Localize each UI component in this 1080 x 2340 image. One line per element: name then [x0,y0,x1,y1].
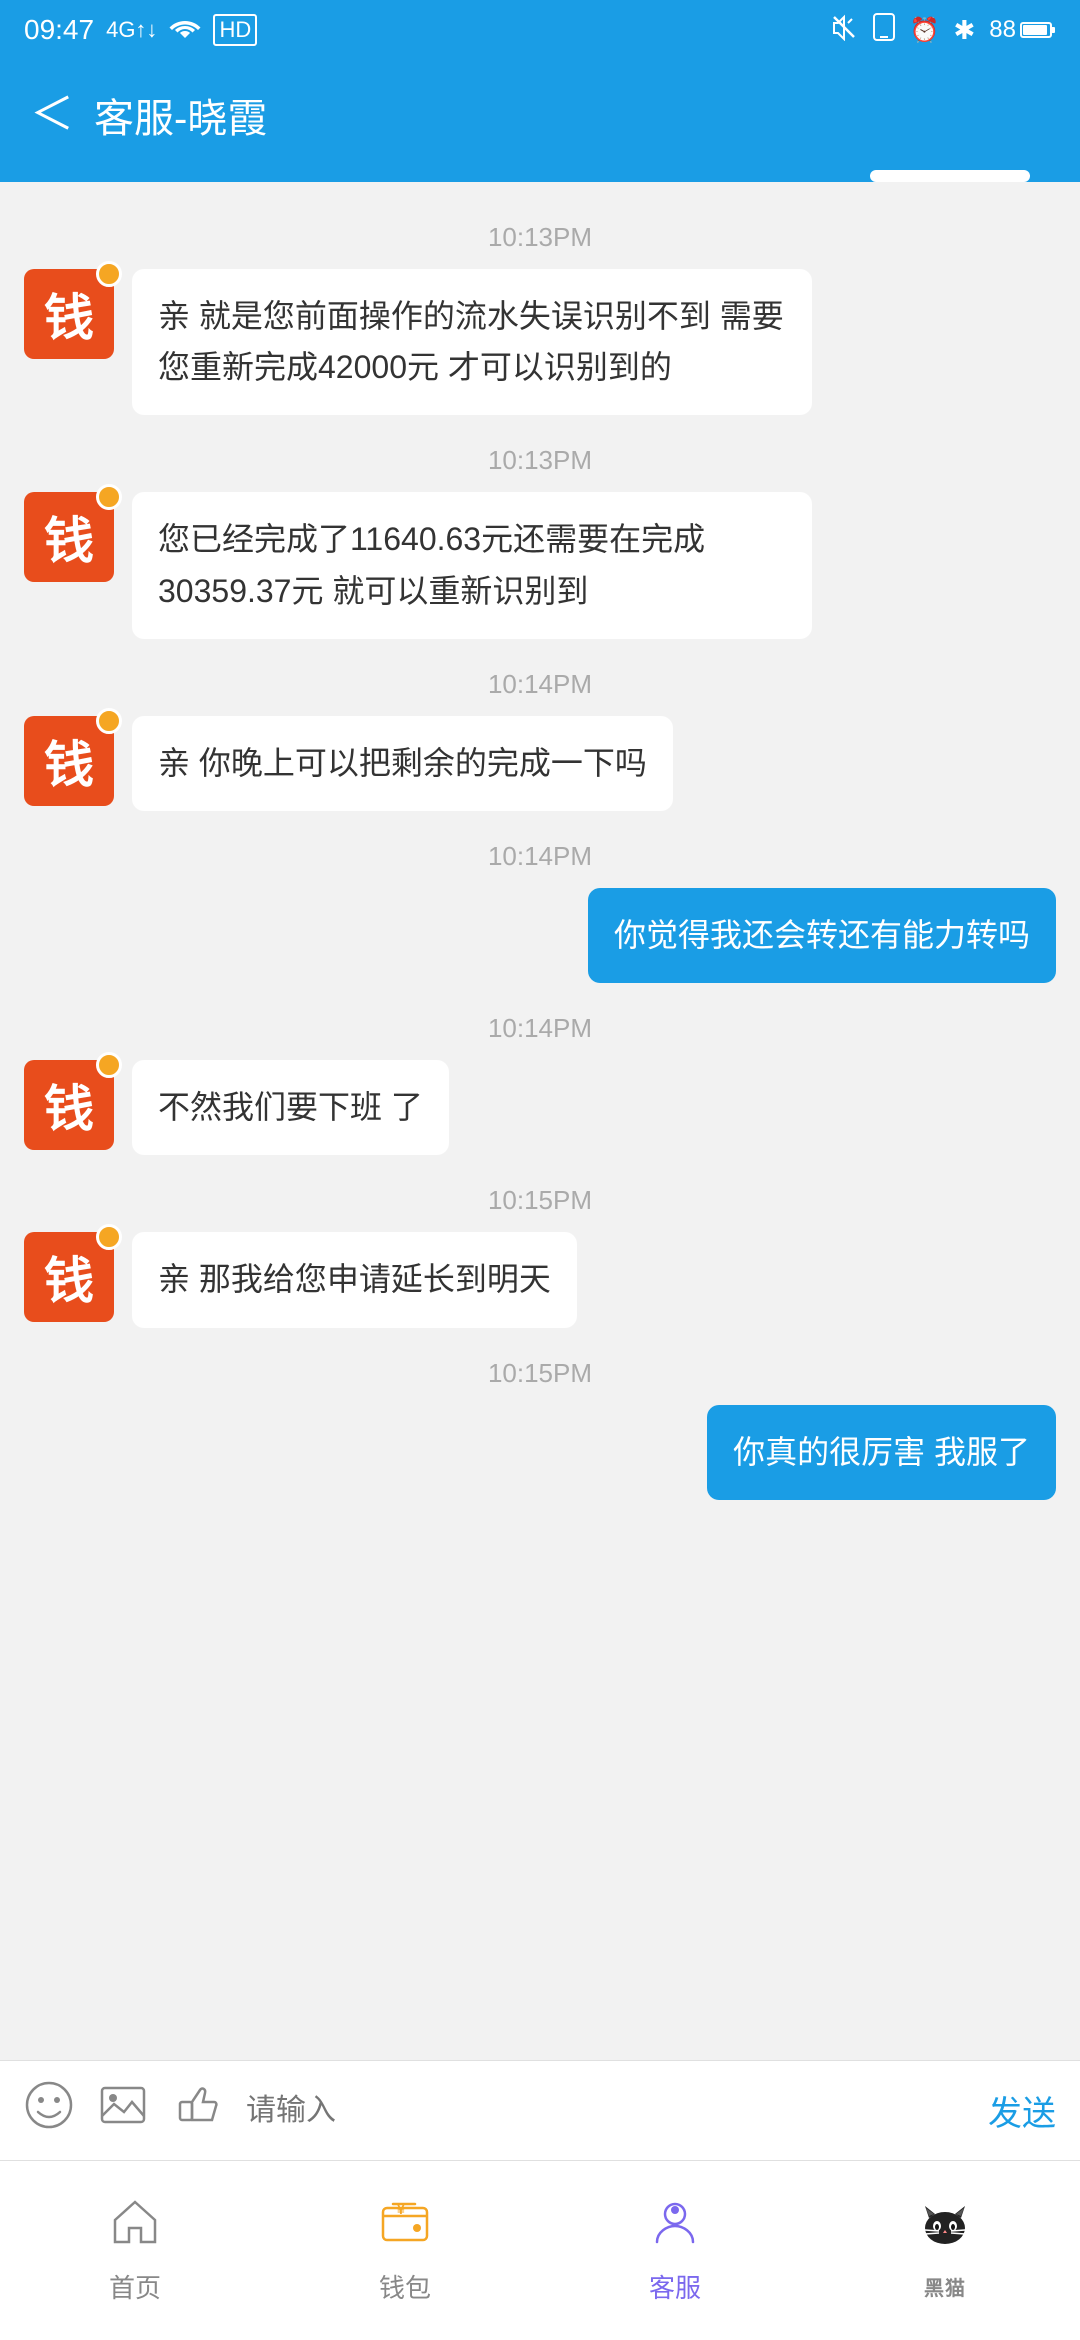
avatar-badge [96,261,122,287]
message-bubble-2: 您已经完成了11640.63元还需要在完成 30359.37元 就可以重新识别到 [132,492,812,638]
status-left: 09:47 4G↑↓ HD [24,14,257,46]
status-wifi-icon [169,14,201,46]
home-icon [109,2196,161,2260]
chat-area: 10:13PM 钱 亲 就是您前面操作的流水失误识别不到 需要您重新完成4200… [0,182,1080,2060]
message-row-2: 钱 您已经完成了11640.63元还需要在完成 30359.37元 就可以重新识… [24,492,1056,638]
agent-avatar-3: 钱 [24,716,114,806]
wallet-icon: ¥ [379,2196,431,2260]
message-row-3: 钱 亲 你晚上可以把剩余的完成一下吗 [24,716,1056,811]
mute-icon [830,13,858,48]
timestamp-7: 10:15PM [24,1358,1056,1389]
bluetooth-icon: ✱ [954,15,976,46]
blackcat-icon [915,2200,975,2264]
nav-item-blackcat[interactable]: 黑猫 [810,2200,1080,2301]
message-row-5: 钱 不然我们要下班 了 [24,1060,1056,1155]
message-input[interactable] [246,2094,964,2128]
avatar-badge-2 [96,484,122,510]
status-bar: 09:47 4G↑↓ HD ⏰ ✱ 88 [0,0,1080,60]
avatar-badge-6 [96,1224,122,1250]
phone-icon [872,13,896,48]
service-label: 客服 [649,2268,701,2305]
timestamp-5: 10:14PM [24,1013,1056,1044]
timestamp-1: 10:13PM [24,222,1056,253]
timestamp-4: 10:14PM [24,841,1056,872]
message-bubble-5: 不然我们要下班 了 [132,1060,449,1155]
timestamp-3: 10:14PM [24,669,1056,700]
agent-avatar-1: 钱 [24,269,114,359]
message-row-6: 钱 亲 那我给您申请延长到明天 [24,1232,1056,1327]
home-label: 首页 [109,2268,161,2305]
nav-item-service[interactable]: 客服 [540,2196,810,2305]
agent-avatar-2: 钱 [24,492,114,582]
message-row-7: 你真的很厉害 我服了 [24,1405,1056,1500]
active-tab-indicator [870,170,1030,182]
message-row-4: 你觉得我还会转还有能力转吗 [24,888,1056,983]
agent-avatar-6: 钱 [24,1232,114,1322]
status-network: 4G↑↓ [106,17,157,43]
nav-item-wallet[interactable]: ¥ 钱包 [270,2196,540,2305]
nav-item-home[interactable]: 首页 [0,2196,270,2305]
message-bubble-3: 亲 你晚上可以把剩余的完成一下吗 [132,716,673,811]
status-time: 09:47 [24,14,94,46]
send-button[interactable]: 发送 [988,2086,1056,2135]
service-icon [649,2196,701,2260]
emoji-button[interactable] [24,2080,74,2142]
image-button[interactable] [98,2080,148,2142]
input-bar: 发送 [0,2060,1080,2160]
blackcat-label: 黑猫 [924,2272,966,2301]
header-title: 客服-晓霞 [94,86,267,144]
battery-level: 88 [989,16,1056,44]
back-button[interactable]: ＜ [30,93,74,137]
message-bubble-1: 亲 就是您前面操作的流水失误识别不到 需要您重新完成42000元 才可以识别到的 [132,269,812,415]
alarm-icon: ⏰ [910,16,940,45]
message-row-1: 钱 亲 就是您前面操作的流水失误识别不到 需要您重新完成42000元 才可以识别… [24,269,1056,415]
thumb-button[interactable] [172,2080,222,2142]
status-right: ⏰ ✱ 88 [830,13,1056,48]
status-hd: HD [213,14,257,46]
message-bubble-6: 亲 那我给您申请延长到明天 [132,1232,577,1327]
message-bubble-4: 你觉得我还会转还有能力转吗 [588,888,1056,983]
tab-indicator-bar [0,170,1080,182]
timestamp-6: 10:15PM [24,1185,1056,1216]
svg-text:¥: ¥ [397,2201,405,2217]
timestamp-2: 10:13PM [24,445,1056,476]
message-bubble-7: 你真的很厉害 我服了 [707,1405,1056,1500]
chat-header: ＜ 客服-晓霞 [0,60,1080,170]
wallet-label: 钱包 [379,2268,431,2305]
avatar-badge-3 [96,708,122,734]
agent-avatar-5: 钱 [24,1060,114,1150]
avatar-badge-5 [96,1052,122,1078]
bottom-nav: 首页 ¥ 钱包 客服 [0,2160,1080,2340]
